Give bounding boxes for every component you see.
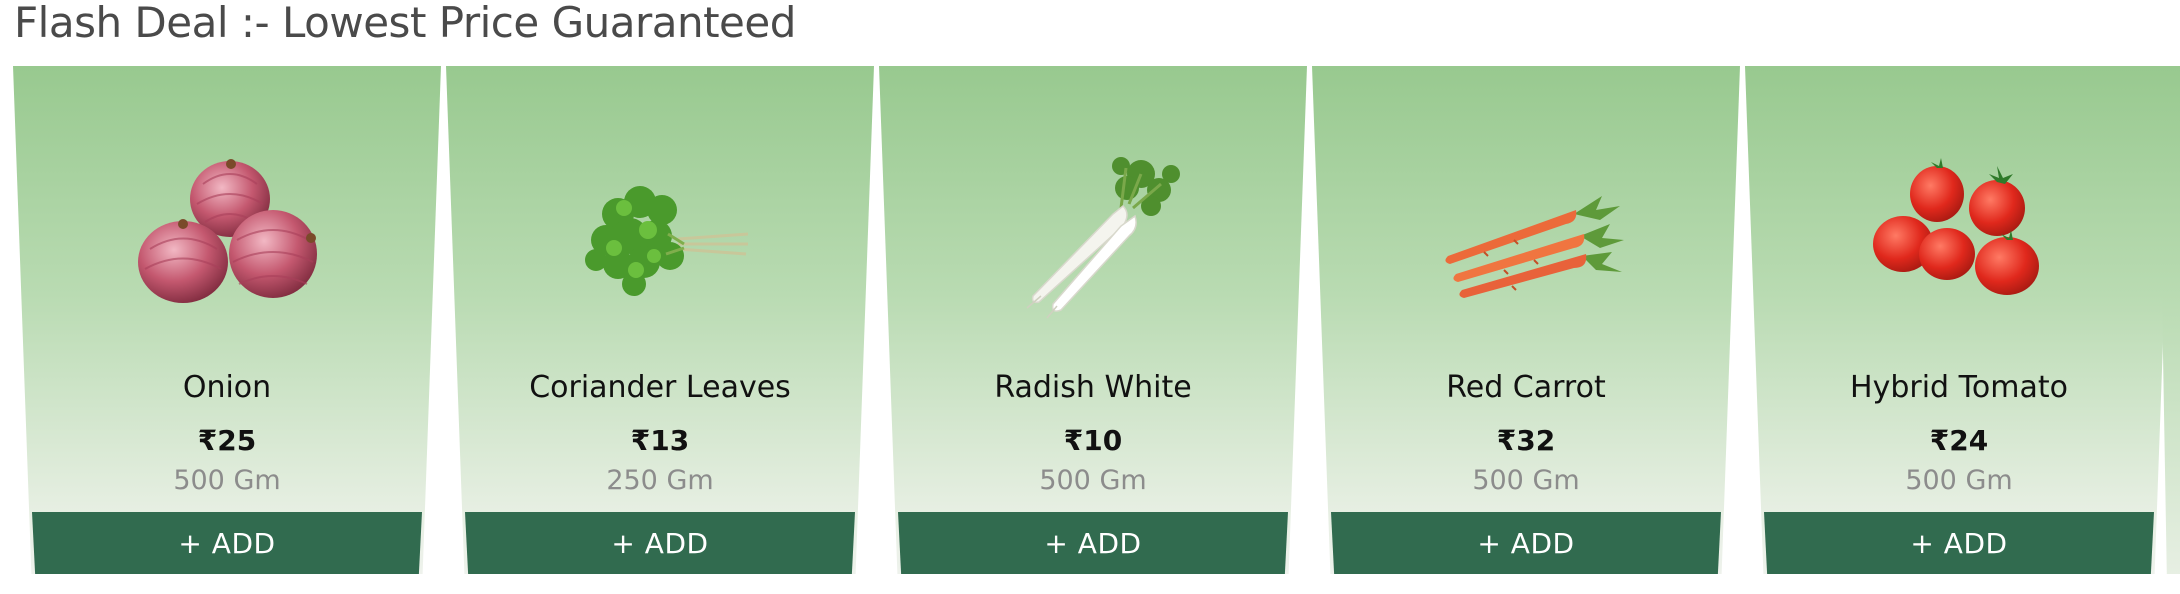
product-name[interactable]: Red Carrot bbox=[1312, 370, 1740, 405]
product-quantity: 500 Gm bbox=[173, 465, 281, 496]
product-price: ₹10 bbox=[1063, 424, 1123, 457]
add-to-cart-button[interactable]: + ADD bbox=[32, 512, 422, 574]
product-name[interactable]: Coriander Leaves bbox=[446, 370, 874, 405]
section-title: Flash Deal :- Lowest Price Guaranteed bbox=[14, 0, 796, 47]
product-name[interactable]: Hybrid Tomato bbox=[1745, 370, 2173, 405]
radish-icon[interactable] bbox=[991, 144, 1195, 324]
tomato-icon[interactable] bbox=[1857, 144, 2061, 324]
add-to-cart-button[interactable]: + ADD bbox=[1764, 512, 2154, 574]
product-quantity: 500 Gm bbox=[1039, 465, 1147, 496]
product-quantity: 500 Gm bbox=[1905, 465, 2013, 496]
product-price: ₹25 bbox=[197, 424, 257, 457]
product-name[interactable]: Radish White bbox=[879, 370, 1307, 405]
product-price: ₹24 bbox=[1929, 424, 1989, 457]
product-quantity: 500 Gm bbox=[1472, 465, 1580, 496]
product-name[interactable]: Onion bbox=[13, 370, 441, 405]
product-card[interactable]: Hybrid Tomato ₹24 500 Gm + ADD bbox=[1745, 66, 2173, 574]
product-price: ₹32 bbox=[1496, 424, 1556, 457]
product-card[interactable]: Red Carrot ₹32 500 Gm + ADD bbox=[1312, 66, 1740, 574]
add-to-cart-button[interactable]: + ADD bbox=[465, 512, 855, 574]
product-card[interactable]: Radish White ₹10 500 Gm + ADD bbox=[879, 66, 1307, 574]
carrot-icon[interactable] bbox=[1424, 144, 1628, 324]
product-card[interactable]: Coriander Leaves ₹13 250 Gm + ADD bbox=[446, 66, 874, 574]
coriander-icon[interactable] bbox=[558, 144, 762, 324]
onion-icon[interactable] bbox=[125, 144, 329, 324]
product-price: ₹13 bbox=[630, 424, 690, 457]
add-to-cart-button[interactable]: + ADD bbox=[898, 512, 1288, 574]
add-to-cart-button[interactable]: + ADD bbox=[1331, 512, 1721, 574]
product-quantity: 250 Gm bbox=[606, 465, 714, 496]
product-card[interactable]: Onion ₹25 500 Gm + ADD bbox=[13, 66, 441, 574]
